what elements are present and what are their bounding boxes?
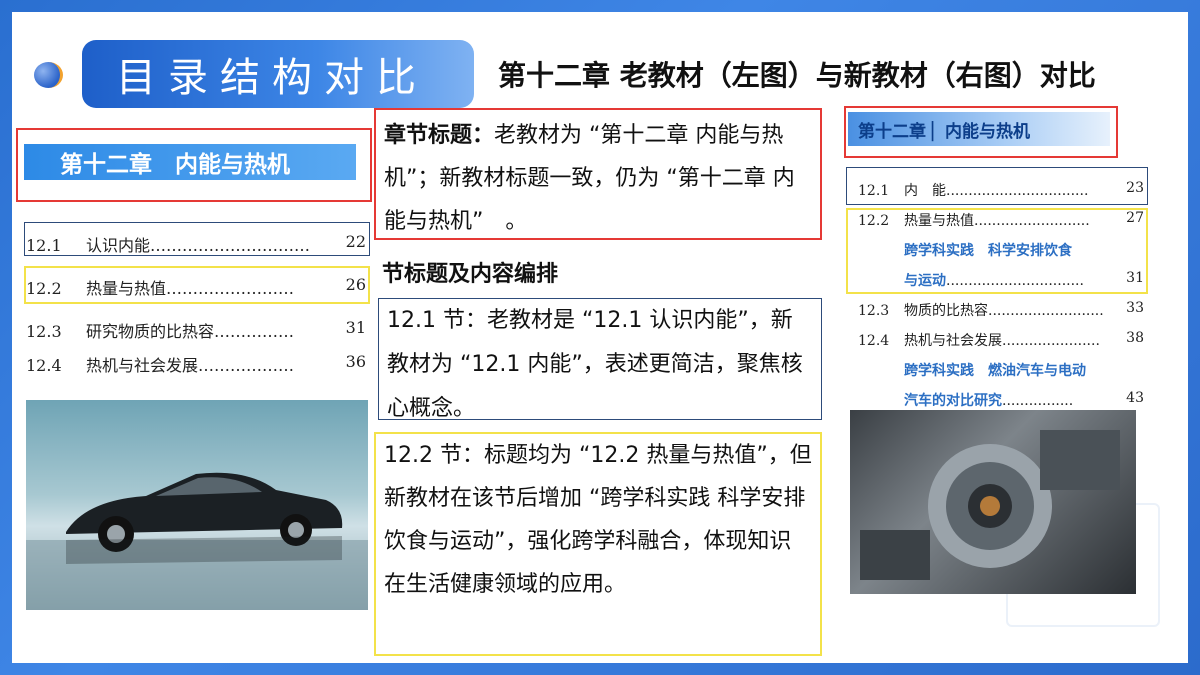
title-banner: 目录结构对比 <box>82 40 474 108</box>
right-toc-item: 12.1 内 能................................ 2… <box>858 180 1144 199</box>
chapter-title-frame: 章节标题：老教材为 “第十二章 内能与热机”；新教材标题一致，仍为 “第十二章 … <box>374 108 822 240</box>
section-12-1-frame: 12.1 节：老教材是 “12.1 认识内能”，新教材为 “12.1 内能”，表… <box>378 298 822 421</box>
left-toc-item: 12.4 热机与社会发展……………… 36 <box>26 352 366 375</box>
right-toc-item: 12.2 热量与热值.......................... 27 <box>858 210 1144 229</box>
left-toc-item: 12.1 认识内能………………………… 22 <box>26 232 366 255</box>
right-chapter-banner: 第十二章 ▏内能与热机 <box>848 112 1110 146</box>
left-toc-item: 12.3 研究物质的比热容…………… 31 <box>26 318 366 341</box>
section-12-2-paragraph: 12.2 节：标题均为 “12.2 热量与热值”，但新教材在该节后增加 “跨学科… <box>384 443 812 597</box>
engine-photo <box>850 410 1136 594</box>
car-photo <box>26 400 368 610</box>
right-toc-subitem: 跨学科实践 科学安排饮食 <box>904 243 1072 259</box>
left-chapter-banner: 第十二章 内能与热机 <box>24 144 356 180</box>
right-toc-subitem: 汽车的对比研究................ 43 <box>904 390 1144 409</box>
right-toc-item: 12.4 热机与社会发展...................... 38 <box>858 330 1144 349</box>
slide: 目录结构对比 第十二章 老教材（左图）与新教材（右图）对比 第十二章 内能与热机… <box>12 12 1188 663</box>
left-toc-item: 12.2 热量与热值…………………… 26 <box>26 275 366 298</box>
section-12-1-paragraph: 12.1 节：老教材是 “12.1 认识内能”，新教材为 “12.1 内能”，表… <box>387 308 803 421</box>
chapter-title-paragraph: 章节标题：老教材为 “第十二章 内能与热机”；新教材标题一致，仍为 “第十二章 … <box>384 123 795 234</box>
page-subtitle: 第十二章 老教材（左图）与新教材（右图）对比 <box>498 59 1096 92</box>
right-toc-subitem: 跨学科实践 燃油汽车与电动 <box>904 363 1086 379</box>
bullet-orb-icon <box>34 62 63 88</box>
page-title: 目录结构对比 <box>116 55 428 101</box>
section-heading: 节标题及内容编排 <box>382 262 559 287</box>
right-toc-subitem: 与运动............................... 31 <box>904 270 1144 289</box>
right-toc-item: 12.3 物质的比热容.......................... 33 <box>858 300 1144 319</box>
section-12-2-frame: 12.2 节：标题均为 “12.2 热量与热值”，但新教材在该节后增加 “跨学科… <box>374 432 822 656</box>
